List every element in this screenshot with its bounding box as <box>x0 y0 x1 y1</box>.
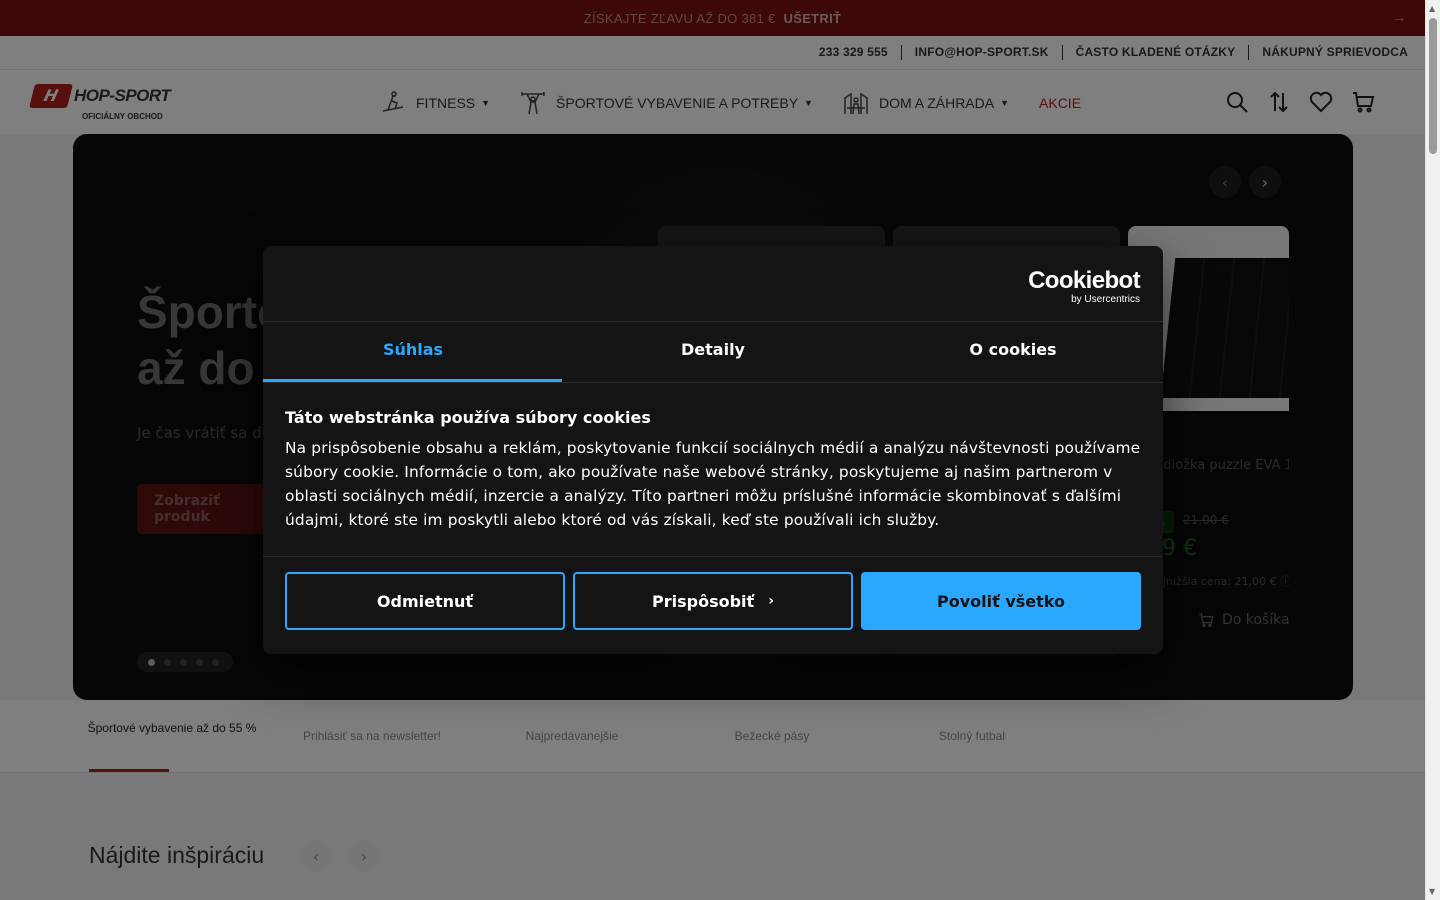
cookiebot-logo: Cookiebot by Usercentrics <box>1028 267 1141 306</box>
dialog-body: Táto webstránka používa súbory cookies N… <box>263 383 1163 557</box>
tab-consent[interactable]: Súhlas <box>263 322 563 382</box>
dialog-actions: Odmietnuť Prispôsobiť › Povoliť všetko <box>285 572 1141 630</box>
scroll-up-icon[interactable]: ▲ <box>1429 4 1435 13</box>
cookie-consent-dialog: Cookiebot by Usercentrics Súhlas Detaily… <box>263 246 1163 654</box>
dialog-heading: Táto webstránka používa súbory cookies <box>285 408 651 427</box>
deny-button[interactable]: Odmietnuť <box>285 572 565 630</box>
scrollbar-thumb[interactable] <box>1429 18 1437 154</box>
page-scrollbar[interactable]: ▲ ▼ <box>1425 0 1440 900</box>
scroll-down-icon[interactable]: ▼ <box>1429 887 1435 896</box>
tab-details[interactable]: Detaily <box>563 322 863 382</box>
tab-about-cookies[interactable]: O cookies <box>863 322 1163 382</box>
chevron-right-icon: › <box>768 593 774 609</box>
dialog-text: Na prispôsobenie obsahu a reklám, poskyt… <box>285 439 1141 529</box>
dialog-header: Cookiebot by Usercentrics <box>263 246 1163 322</box>
active-tab-indicator <box>263 379 562 382</box>
dialog-tabs: Súhlas Detaily O cookies <box>263 322 1163 383</box>
allow-all-button[interactable]: Povoliť všetko <box>861 572 1141 630</box>
customize-button[interactable]: Prispôsobiť › <box>573 572 853 630</box>
